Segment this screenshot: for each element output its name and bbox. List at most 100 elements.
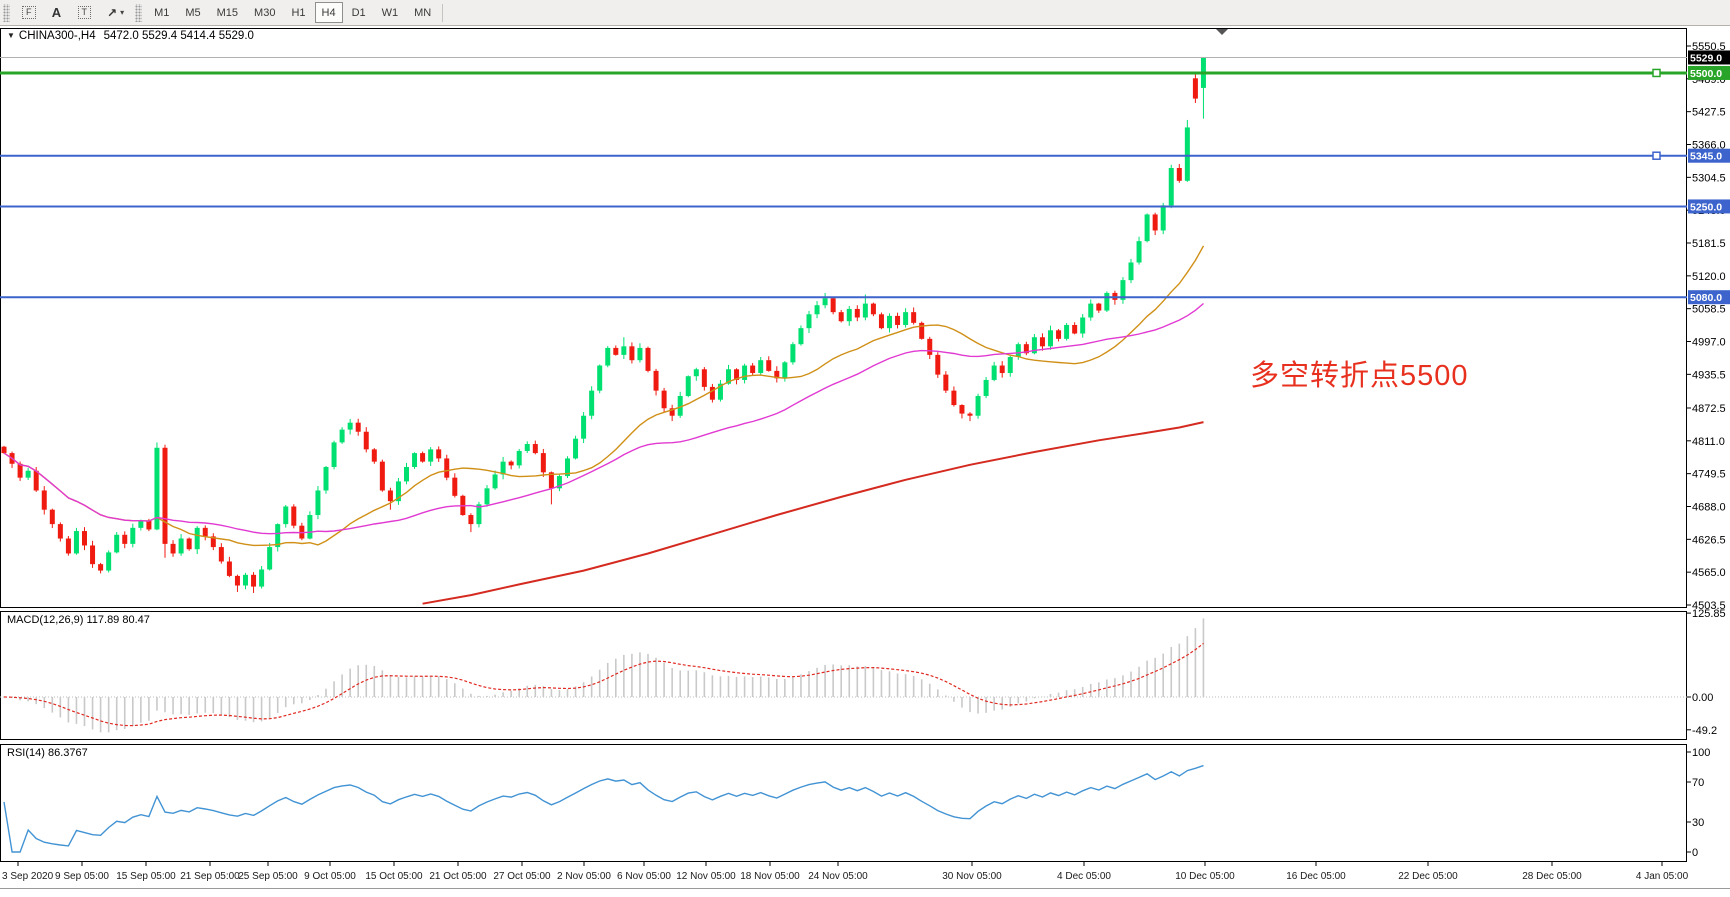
svg-text:4935.5: 4935.5 <box>1692 369 1726 381</box>
candle <box>895 316 900 325</box>
text-tool-button[interactable]: A <box>45 2 69 23</box>
candle <box>581 416 586 439</box>
date-label: 18 Nov 05:00 <box>740 871 800 882</box>
candle <box>1016 344 1021 357</box>
rsi-line <box>4 766 1204 852</box>
candle <box>1129 262 1134 280</box>
candle <box>984 380 989 396</box>
candle <box>364 432 369 450</box>
time-axis[interactable]: 3 Sep 20209 Sep 05:0015 Sep 05:0021 Sep … <box>2 862 1689 882</box>
candle <box>74 531 79 553</box>
candle <box>766 360 771 371</box>
timeframe-h1-button[interactable]: H1 <box>284 2 312 23</box>
candle <box>1072 325 1077 334</box>
candle <box>951 391 956 405</box>
timeframe-m5-button[interactable]: M5 <box>178 2 207 23</box>
candle <box>654 371 659 391</box>
candle <box>1000 366 1005 373</box>
date-label: 12 Nov 05:00 <box>676 871 736 882</box>
candle <box>1193 78 1198 98</box>
timeframe-m15-button[interactable]: M15 <box>210 2 245 23</box>
timeframe-m30-button[interactable]: M30 <box>247 2 282 23</box>
ma-slow-line[interactable] <box>423 422 1204 604</box>
svg-text:4688.0: 4688.0 <box>1692 501 1726 513</box>
svg-text:70: 70 <box>1692 777 1704 789</box>
candle <box>444 458 449 477</box>
candle <box>1104 293 1109 311</box>
chart-canvas[interactable]: 5550.55489.05427.55366.05304.55243.05181… <box>0 26 1730 897</box>
candle <box>863 304 868 318</box>
svg-text:5427.5: 5427.5 <box>1692 107 1726 119</box>
candle <box>509 462 514 466</box>
candle <box>372 449 377 461</box>
candle <box>452 478 457 496</box>
toolbar-grip[interactable] <box>3 4 10 22</box>
panel-borders <box>0 29 1730 889</box>
candle <box>646 348 651 371</box>
candle <box>992 366 997 380</box>
candle <box>428 449 433 461</box>
candle <box>1177 168 1182 181</box>
svg-text:4749.5: 4749.5 <box>1692 469 1726 481</box>
candle <box>807 314 812 328</box>
candle <box>114 535 119 553</box>
macd-panel <box>0 618 1687 732</box>
candle <box>1137 241 1142 262</box>
date-label: 30 Nov 05:00 <box>942 871 1002 882</box>
candle <box>927 339 932 355</box>
candle <box>597 366 602 391</box>
timeframe-mn-button[interactable]: MN <box>407 2 438 23</box>
candle <box>171 544 176 554</box>
candle <box>758 360 763 373</box>
candle <box>66 539 71 554</box>
candle <box>307 515 312 538</box>
candle <box>179 539 184 554</box>
candle <box>259 569 264 586</box>
candle <box>879 314 884 328</box>
candle <box>1145 214 1150 241</box>
candle <box>315 490 320 515</box>
candle <box>348 423 353 430</box>
svg-text:5120.0: 5120.0 <box>1692 271 1726 283</box>
svg-text:4626.5: 4626.5 <box>1692 534 1726 546</box>
candle <box>798 328 803 344</box>
candle <box>243 575 248 586</box>
frame-tool-button[interactable]: F <box>15 2 43 23</box>
candle <box>50 510 55 524</box>
svg-text:4811.0: 4811.0 <box>1692 436 1725 448</box>
candle <box>195 528 200 549</box>
candle <box>1064 325 1069 339</box>
price-axis[interactable]: 5550.55489.05427.55366.05304.55243.05181… <box>1687 41 1730 859</box>
date-label: 6 Nov 05:00 <box>617 871 671 882</box>
candle <box>219 547 224 561</box>
timeframe-w1-button[interactable]: W1 <box>375 2 406 23</box>
arrow-tools-icon: ↗ <box>107 6 117 20</box>
candle <box>468 515 473 524</box>
timeframe-d1-button[interactable]: D1 <box>345 2 373 23</box>
label-tool-button[interactable]: T <box>71 2 99 23</box>
timeframe-toolbar-grip[interactable] <box>135 4 142 22</box>
dropdown-caret-icon: ▾ <box>120 8 124 17</box>
timeframe-m1-button[interactable]: M1 <box>147 2 176 23</box>
hline-handle-5500.0[interactable] <box>1653 69 1660 76</box>
date-label: 4 Jan 05:00 <box>1636 871 1689 882</box>
svg-text:5500.0: 5500.0 <box>1690 68 1722 80</box>
candle <box>1153 214 1158 230</box>
date-label: 10 Dec 05:00 <box>1175 871 1235 882</box>
text-label-icon: T <box>78 6 92 19</box>
hline-handle-5345.0[interactable] <box>1653 152 1660 159</box>
timeframe-toolbar: M1M5M15M30H1H4D1W1MN <box>146 2 439 23</box>
candle <box>380 462 385 491</box>
candle <box>203 528 208 537</box>
ma-mid-line[interactable] <box>4 304 1204 534</box>
candle <box>871 304 876 315</box>
date-label: 16 Dec 05:00 <box>1286 871 1346 882</box>
chart-shift-marker-icon[interactable] <box>1216 29 1228 35</box>
candle <box>943 375 948 391</box>
arrows-tool-button[interactable]: ↗ ▾ <box>100 2 131 23</box>
svg-text:4997.0: 4997.0 <box>1692 337 1726 349</box>
candle <box>2 447 7 453</box>
timeframe-h4-button[interactable]: H4 <box>315 2 343 23</box>
toolbar-separator <box>442 4 443 22</box>
ma-fast-line[interactable] <box>4 246 1204 546</box>
